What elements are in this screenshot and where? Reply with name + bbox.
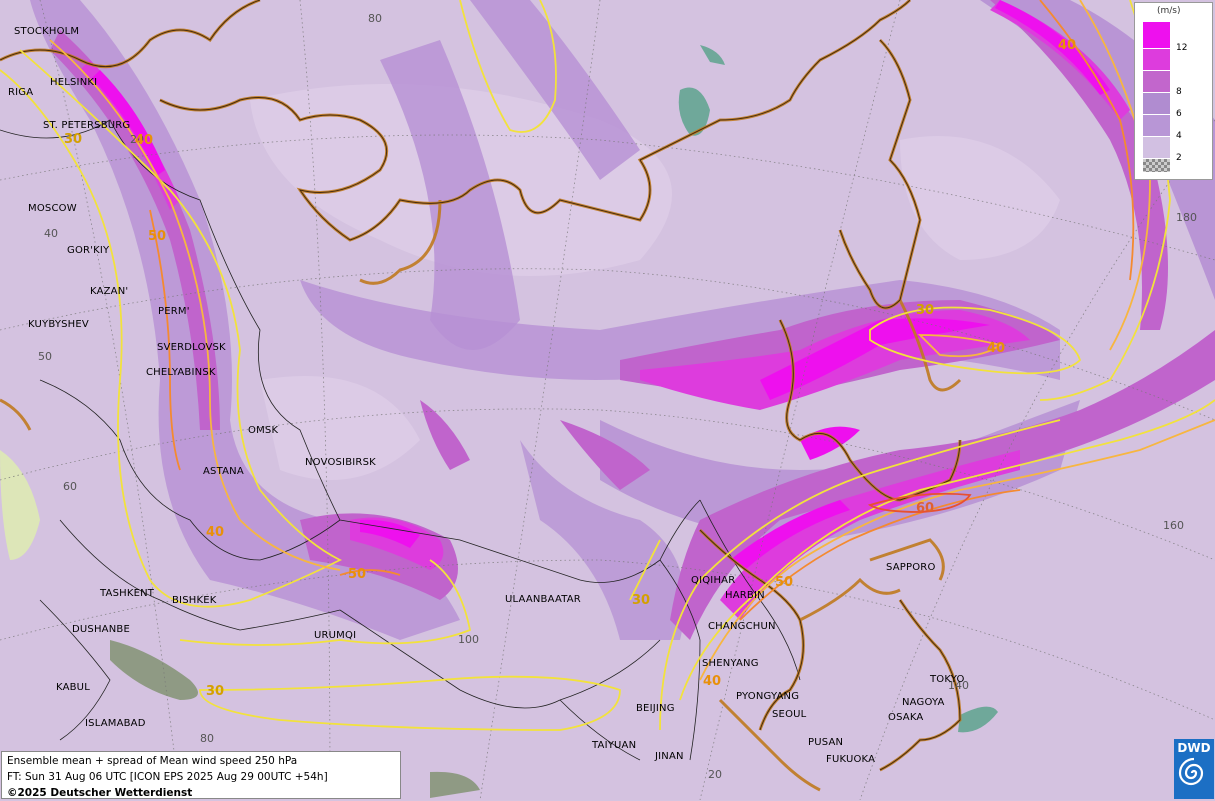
contour-label: 40 — [703, 674, 722, 689]
contour-label: 30 — [206, 684, 225, 699]
wind-speed-map — [0, 0, 1215, 800]
city-label: HELSINKI — [50, 77, 98, 88]
city-label: ASTANA — [203, 466, 244, 477]
forecast-time: FT: Sun 31 Aug 06 UTC [ICON EPS 2025 Aug… — [7, 771, 328, 783]
grid-label: 100 — [458, 633, 479, 646]
contour-label: 40 — [206, 525, 225, 540]
city-label: PUSAN — [808, 737, 844, 748]
city-label: KAZAN' — [90, 286, 129, 297]
city-label: ST. PETERSBURG — [43, 120, 131, 131]
city-label: BISHKEK — [172, 595, 217, 606]
spiral-icon — [1178, 757, 1204, 786]
contour-label: 40 — [1058, 38, 1077, 53]
city-label: JINAN — [655, 751, 684, 762]
city-label: KUYBYSHEV — [28, 319, 89, 330]
city-label: TOKYO — [930, 674, 965, 685]
city-label: PERM' — [158, 306, 190, 317]
grid-label: 80 — [368, 12, 382, 25]
city-label: CHELYABINSK — [146, 367, 216, 378]
grid-label: 60 — [63, 480, 77, 493]
legend-tick: 4 — [1176, 131, 1182, 141]
city-label: SEOUL — [772, 709, 807, 720]
city-label: NOVOSIBIRSK — [305, 457, 376, 468]
city-label: OSAKA — [888, 712, 924, 723]
dwd-logo: DWD — [1174, 739, 1214, 799]
city-label: URUMQI — [314, 630, 357, 641]
city-label: SHENYANG — [702, 658, 759, 669]
city-label: ULAANBAATAR — [505, 594, 581, 605]
city-label: CHANGCHUN — [708, 621, 776, 632]
city-label: FUKUOKA — [826, 754, 876, 765]
legend-tick: 8 — [1176, 87, 1182, 97]
city-label: TAIYUAN — [592, 740, 637, 751]
legend-swatch — [1143, 92, 1170, 114]
grid-label: 40 — [44, 227, 58, 240]
legend-swatch — [1143, 21, 1170, 48]
city-label: NAGOYA — [902, 697, 945, 708]
city-label: PYONGYANG — [736, 691, 800, 702]
city-label: STOCKHOLM — [14, 26, 80, 37]
city-label: KABUL — [56, 682, 90, 693]
map-info-box: Ensemble mean + spread of Mean wind spee… — [1, 751, 401, 799]
legend-swatch — [1143, 136, 1170, 158]
legend-tick: 6 — [1176, 109, 1182, 119]
city-label: SVERDLOVSK — [157, 342, 226, 353]
contour-label: 50 — [148, 229, 167, 244]
city-label: QIQIHAR — [691, 575, 736, 586]
city-label: OMSK — [248, 425, 279, 436]
city-label: HARBIN — [725, 590, 765, 601]
legend-tick: 2 — [1176, 153, 1182, 163]
grid-label: 20 — [708, 768, 722, 781]
city-label: SAPPORO — [886, 562, 936, 573]
grid-label: 50 — [38, 350, 52, 363]
city-label: BEIJING — [636, 703, 675, 714]
map-title: Ensemble mean + spread of Mean wind spee… — [7, 755, 298, 767]
grid-label: 80 — [200, 732, 214, 745]
legend-tick: 12 — [1176, 43, 1188, 53]
city-label: GOR'KIY — [67, 245, 110, 256]
contour-label: 30 — [916, 303, 935, 318]
legend-swatch — [1143, 70, 1170, 92]
contour-label: 50 — [348, 567, 367, 582]
contour-label: 30 — [632, 593, 651, 608]
city-label: TASHKENT — [100, 588, 155, 599]
legend-swatch — [1143, 48, 1170, 70]
city-label: DUSHANBE — [72, 624, 130, 635]
grid-label: 180 — [1176, 211, 1197, 224]
contour-label: 30 — [64, 132, 83, 147]
contour-label: 40 — [987, 341, 1006, 356]
copyright: ©2025 Deutscher Wetterdienst — [7, 787, 193, 799]
contour-label: 60 — [916, 501, 935, 516]
grid-label: 160 — [1163, 519, 1184, 532]
legend-unit: (m/s) — [1157, 6, 1181, 16]
color-legend: (m/s) 12 8 6 4 2 — [1134, 2, 1213, 180]
legend-swatch-hatched — [1143, 158, 1170, 172]
contour-label: 40 — [135, 133, 154, 148]
city-label: ISLAMABAD — [85, 718, 146, 729]
contour-label: 50 — [775, 575, 794, 590]
logo-text: DWD — [1177, 741, 1211, 755]
city-label: RIGA — [8, 87, 34, 98]
legend-swatch — [1143, 114, 1170, 136]
city-label: MOSCOW — [28, 203, 77, 214]
